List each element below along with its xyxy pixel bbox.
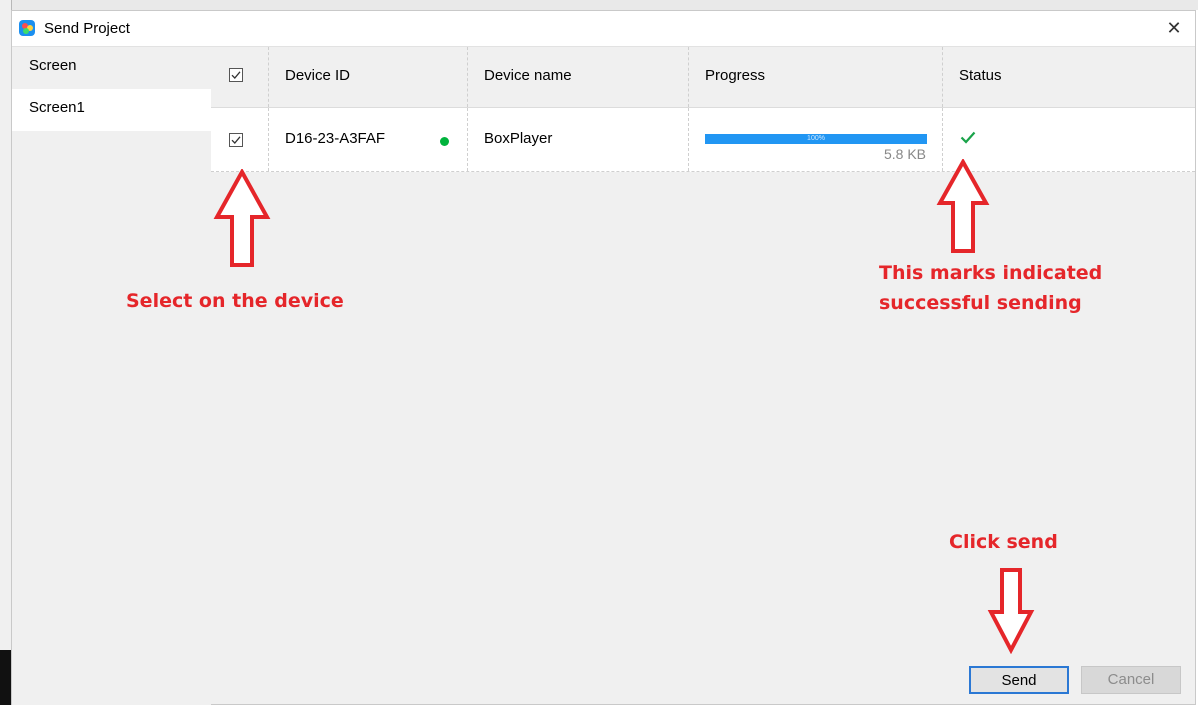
table-header-row: Device ID Device name Progress Status: [211, 47, 1195, 108]
progress-bar: 100%: [705, 134, 927, 144]
progress-percent: 100%: [807, 135, 825, 142]
device-name-cell: BoxPlayer: [468, 108, 689, 171]
device-id: D16-23-A3FAF: [285, 130, 386, 147]
device-name: BoxPlayer: [484, 130, 553, 147]
table-row[interactable]: D16-23-A3FAF BoxPlayer 100% 5.8 KB: [211, 108, 1195, 172]
up-arrow-annotation-icon: [213, 169, 271, 267]
app-icon: [19, 20, 35, 36]
transfer-size: 5.8 KB: [883, 146, 926, 162]
checkmark-icon: [231, 71, 241, 79]
column-header-progress[interactable]: Progress: [689, 47, 943, 107]
title-bar[interactable]: Send Project ✕: [12, 11, 1195, 47]
sidebar-item-screen1[interactable]: Screen1: [12, 89, 211, 131]
device-table: Device ID Device name Progress Status D1…: [211, 47, 1195, 172]
select-all-checkbox[interactable]: [229, 68, 243, 82]
send-project-dialog: Send Project ✕ Screen Screen1 Device ID …: [11, 10, 1196, 705]
desktop-background: [0, 0, 1198, 10]
window-title: Send Project: [44, 20, 130, 37]
header-checkbox-cell: [211, 47, 269, 107]
desktop-taskbar-edge: [0, 650, 11, 705]
row-checkbox-cell: [211, 108, 269, 171]
annotation-select-device: Select on the device: [126, 290, 344, 312]
column-header-device-id[interactable]: Device ID: [269, 47, 468, 107]
annotation-success-line1: This marks indicated: [879, 262, 1103, 284]
annotation-click-send: Click send: [949, 531, 1058, 553]
close-icon[interactable]: ✕: [1163, 17, 1185, 39]
device-checkbox[interactable]: [229, 133, 243, 147]
device-id-cell: D16-23-A3FAF: [269, 108, 468, 171]
cancel-button[interactable]: Cancel: [1081, 666, 1181, 694]
success-check-icon: [960, 131, 976, 144]
checkmark-icon: [231, 136, 241, 144]
column-header-device-name[interactable]: Device name: [468, 47, 689, 107]
progress-cell: 100% 5.8 KB: [689, 108, 943, 171]
annotation-success-line2: successful sending: [879, 292, 1082, 314]
down-arrow-annotation-icon: [987, 568, 1035, 654]
up-arrow-annotation-icon: [936, 159, 990, 253]
screen-sidebar: Screen Screen1: [12, 47, 211, 705]
sidebar-header: Screen: [29, 57, 77, 74]
send-button[interactable]: Send: [969, 666, 1069, 694]
column-header-status[interactable]: Status: [943, 47, 1195, 107]
online-status-dot-icon: [440, 137, 449, 146]
